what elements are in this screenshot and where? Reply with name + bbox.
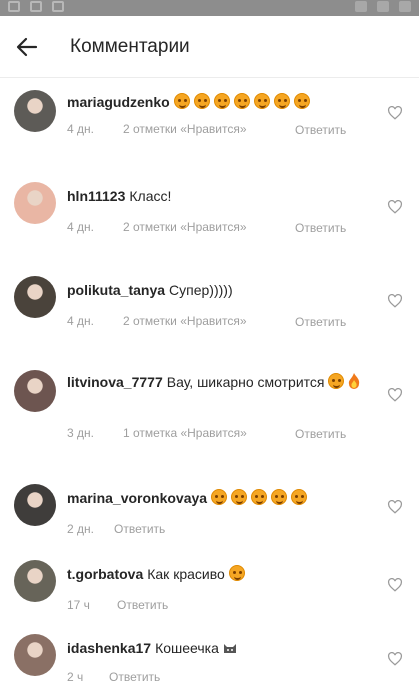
comment-line: t.gorbatova Как красиво [67, 564, 385, 584]
system-icons [355, 1, 411, 12]
smile-emoji-icon [273, 93, 290, 109]
heart-icon[interactable] [387, 388, 403, 402]
comment-line: idashenka17 Кошеечка [67, 638, 385, 658]
smile-emoji-icon [328, 373, 345, 389]
avatar[interactable] [14, 370, 56, 412]
comment-time: 4 дн. [67, 314, 94, 328]
arrow-left-icon [16, 37, 38, 57]
likes-count[interactable]: 2 отметки «Нравится» [123, 220, 247, 234]
heart-icon[interactable] [387, 106, 403, 120]
comment-text: Как красиво [147, 566, 225, 582]
username-link[interactable]: hln11123 [67, 188, 125, 204]
reply-button[interactable]: Ответить [295, 314, 347, 331]
reply-button[interactable]: Ответить [295, 426, 347, 443]
notification-icons [8, 1, 64, 12]
comment-line: mariagudzenko [67, 92, 385, 112]
reply-button[interactable]: Ответить [109, 670, 160, 684]
comment-time: 17 ч [67, 598, 90, 612]
back-button[interactable] [12, 32, 42, 62]
comment-line: litvinova_7777 Вау, шикарно смотрится [67, 372, 385, 392]
username-link[interactable]: polikuta_tanya [67, 282, 165, 298]
comment-text: Кошеечка [155, 640, 219, 656]
comment-text: Вау, шикарно смотрится [166, 374, 325, 390]
smile-emoji-icon [293, 93, 310, 109]
username-link[interactable]: t.gorbatova [67, 566, 143, 582]
smile-emoji-icon [291, 489, 308, 505]
likes-count[interactable]: 2 отметки «Нравится» [123, 314, 247, 328]
heart-icon[interactable] [387, 294, 403, 308]
reply-button[interactable]: Ответить [295, 220, 347, 237]
heart-icon[interactable] [387, 500, 403, 514]
emoji-group [225, 565, 249, 582]
smile-emoji-icon [233, 93, 250, 109]
notification-icon [52, 1, 64, 12]
avatar[interactable] [14, 560, 56, 602]
page-title: Комментарии [70, 36, 190, 57]
comment-time: 4 дн. [67, 220, 94, 234]
comment-text: Супер))))) [169, 282, 233, 298]
comment-text: Класс! [129, 188, 172, 204]
reply-button[interactable]: Ответить [117, 598, 168, 612]
heart-icon[interactable] [387, 200, 403, 214]
smile-emoji-icon [173, 93, 190, 109]
signal-icon [377, 1, 389, 12]
cat-emoji-icon [223, 644, 236, 653]
username-link[interactable]: idashenka17 [67, 640, 151, 656]
comment-time: 2 дн. [67, 522, 94, 536]
comment-line: hln11123 Класс! [67, 186, 385, 206]
smile-emoji-icon [253, 93, 270, 109]
wifi-icon [355, 1, 367, 12]
comment-time: 3 дн. [67, 426, 94, 440]
comment-line: marina_voronkovaya [67, 488, 385, 508]
likes-count[interactable]: 1 отметка «Нравится» [123, 426, 247, 440]
status-bar [0, 0, 419, 16]
avatar[interactable] [14, 634, 56, 676]
notification-icon [30, 1, 42, 12]
username-link[interactable]: mariagudzenko [67, 94, 170, 110]
avatar[interactable] [14, 182, 56, 224]
fire-emoji-icon [349, 373, 360, 389]
reply-button[interactable]: Ответить [295, 122, 347, 139]
username-link[interactable]: marina_voronkovaya [67, 490, 207, 506]
comment-line: polikuta_tanya Супер))))) [67, 280, 385, 300]
header: Комментарии [0, 16, 419, 78]
emoji-group [211, 489, 311, 506]
smile-emoji-icon [228, 565, 245, 581]
emoji-group [173, 93, 314, 110]
smile-emoji-icon [251, 489, 268, 505]
likes-count[interactable]: 2 отметки «Нравится» [123, 122, 247, 136]
smile-emoji-icon [193, 93, 210, 109]
username-link[interactable]: litvinova_7777 [67, 374, 163, 390]
heart-icon[interactable] [387, 578, 403, 592]
comment-time: 2 ч [67, 670, 84, 684]
emoji-group [325, 373, 361, 390]
heart-icon[interactable] [387, 652, 403, 666]
notification-icon [8, 1, 20, 12]
avatar[interactable] [14, 276, 56, 318]
smile-emoji-icon [213, 93, 230, 109]
battery-icon [399, 1, 411, 12]
avatar[interactable] [14, 90, 56, 132]
reply-button[interactable]: Ответить [114, 522, 165, 536]
smile-emoji-icon [211, 489, 228, 505]
smile-emoji-icon [231, 489, 248, 505]
avatar[interactable] [14, 484, 56, 526]
emoji-group [219, 640, 237, 656]
comment-time: 4 дн. [67, 122, 94, 136]
smile-emoji-icon [271, 489, 288, 505]
